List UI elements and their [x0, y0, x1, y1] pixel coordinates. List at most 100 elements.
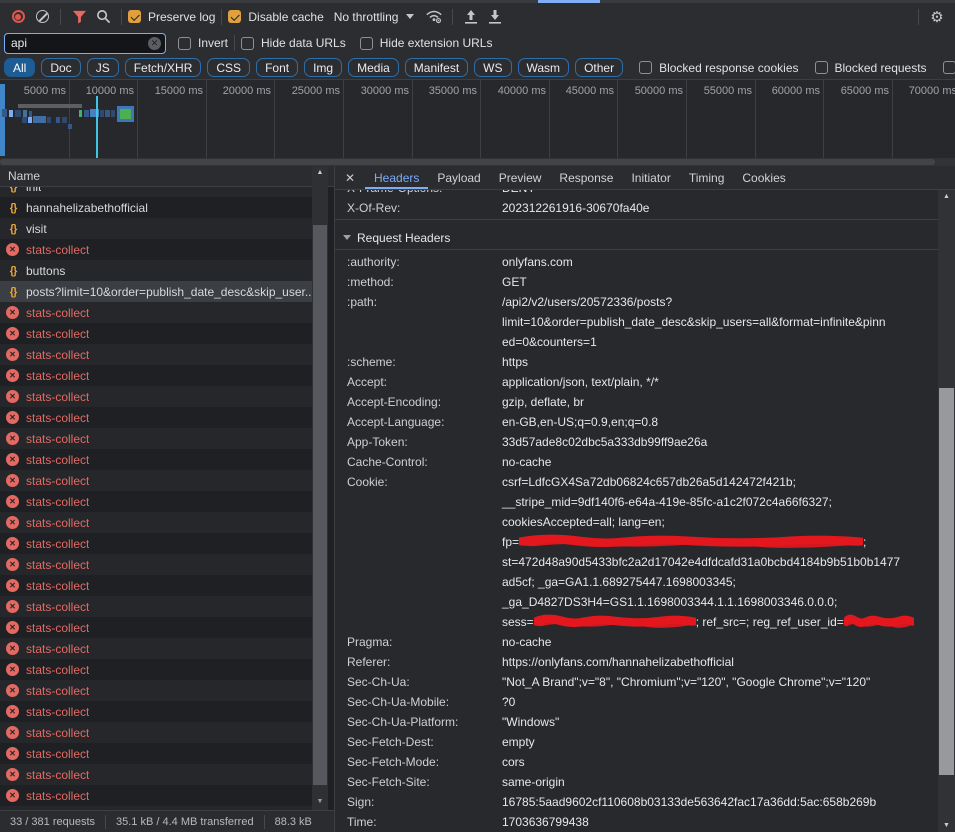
settings-button[interactable]: ⚙ — [925, 6, 949, 28]
preserve-log-checkbox[interactable]: Preserve log — [128, 10, 215, 24]
overview-horizontal-scrollbar[interactable] — [0, 158, 955, 166]
request-row[interactable]: ✕stats-collect — [0, 680, 312, 701]
blocked-request-icon: ✕ — [6, 453, 19, 466]
tab-response[interactable]: Response — [550, 166, 622, 189]
tab-payload[interactable]: Payload — [428, 166, 489, 189]
request-row[interactable]: {}init — [0, 187, 312, 197]
type-filter-pill-wasm[interactable]: Wasm — [518, 58, 570, 77]
request-row[interactable]: ✕stats-collect — [0, 617, 312, 638]
blocked-request-icon: ✕ — [6, 411, 19, 424]
import-har-button[interactable] — [459, 6, 483, 28]
header-value: csrf=LdfcGX4Sa72db06824c657db26a5d142472… — [502, 472, 938, 632]
type-filter-pill-js[interactable]: JS — [87, 58, 119, 77]
request-row[interactable]: ✕stats-collect — [0, 785, 312, 806]
type-filter-pill-manifest[interactable]: Manifest — [405, 58, 468, 77]
type-filter-pill-css[interactable]: CSS — [207, 58, 250, 77]
scrollbar-thumb[interactable] — [313, 225, 327, 785]
type-filter-pill-all[interactable]: All — [4, 58, 35, 77]
type-filter-pill-fetch-xhr[interactable]: Fetch/XHR — [125, 58, 202, 77]
network-conditions-button[interactable] — [422, 6, 446, 28]
timeline-label: 20000 ms — [223, 85, 271, 97]
scroll-down-icon[interactable]: ▼ — [938, 819, 955, 832]
request-row[interactable]: ✕ stats-collect — [0, 449, 312, 470]
network-overview-timeline[interactable]: 5000 ms10000 ms15000 ms20000 ms25000 ms3… — [0, 80, 955, 158]
request-name: stats-collect — [26, 726, 89, 740]
request-row[interactable]: {}visit — [0, 218, 312, 239]
fetch-xhr-icon: {} — [6, 265, 20, 277]
request-row[interactable]: ✕stats-collect — [0, 470, 312, 491]
request-row[interactable]: ✕stats-collect — [0, 554, 312, 575]
request-name: stats-collect — [26, 537, 89, 551]
request-row[interactable]: ✕stats-collect — [0, 575, 312, 596]
close-details-button[interactable]: ✕ — [335, 166, 365, 189]
tab-preview[interactable]: Preview — [490, 166, 551, 189]
tab-cookies[interactable]: Cookies — [733, 166, 794, 189]
disable-cache-checkbox[interactable]: Disable cache — [228, 10, 323, 24]
tab-initiator[interactable]: Initiator — [622, 166, 679, 189]
record-button[interactable] — [6, 6, 30, 28]
request-row[interactable]: ✕stats-collect — [0, 512, 312, 533]
details-scrollbar[interactable]: ▲ ▼ — [938, 190, 955, 832]
request-row[interactable]: ✕stats-collect — [0, 491, 312, 512]
request-row[interactable]: ✕stats-collect — [0, 638, 312, 659]
header-value: "Windows" — [502, 712, 938, 732]
waterfall-bar — [117, 106, 134, 122]
request-row[interactable]: ✕stats-collect — [0, 722, 312, 743]
blocked-requests-checkbox[interactable]: Blocked requests — [815, 61, 927, 75]
scrollbar-thumb[interactable] — [939, 388, 954, 775]
request-row[interactable]: ✕stats-collect — [0, 743, 312, 764]
request-row[interactable]: ✕stats-collect — [0, 344, 312, 365]
request-row[interactable]: ✕stats-collect — [0, 323, 312, 344]
filter-input[interactable] — [4, 33, 166, 54]
scroll-down-icon[interactable]: ▼ — [312, 795, 328, 808]
request-row[interactable]: ✕stats-collect — [0, 365, 312, 386]
request-row[interactable]: {}hannahelizabethofficial — [0, 197, 312, 218]
name-column-header[interactable]: Name — [0, 166, 334, 187]
blocked-request-icon: ✕ — [6, 789, 19, 802]
request-headers-section-toggle[interactable]: Request Headers — [335, 226, 938, 249]
type-filter-pill-ws[interactable]: WS — [474, 58, 511, 77]
3rd-party-requests-checkbox[interactable]: 3rd-party requests — [943, 61, 955, 75]
invert-checkbox[interactable]: Invert — [178, 36, 228, 50]
throttling-dropdown[interactable]: No throttling — [334, 10, 415, 24]
request-name: stats-collect — [26, 453, 89, 467]
clear-filter-icon[interactable]: ✕ — [148, 37, 161, 50]
type-filter-pill-other[interactable]: Other — [575, 58, 623, 77]
filter-toggle-button[interactable] — [67, 6, 91, 28]
request-row[interactable]: ✕stats-collect — [0, 386, 312, 407]
header-row: Sec-Fetch-Mode:cors — [335, 752, 938, 772]
tab-headers[interactable]: Headers — [365, 166, 428, 189]
request-row[interactable]: ✕stats-collect — [0, 239, 312, 260]
request-list-scrollbar[interactable]: ▲ ▼ — [312, 166, 328, 810]
request-row[interactable]: ✕stats-collect — [0, 659, 312, 680]
checkbox-unchecked-icon — [178, 37, 191, 50]
hide-extension-urls-checkbox[interactable]: Hide extension URLs — [360, 36, 493, 50]
request-row[interactable]: ✕stats-collect — [0, 428, 312, 449]
tab-timing[interactable]: Timing — [680, 166, 734, 189]
blocked-response-cookies-checkbox[interactable]: Blocked response cookies — [639, 61, 798, 75]
type-filter-pill-img[interactable]: Img — [304, 58, 342, 77]
hide-data-urls-checkbox[interactable]: Hide data URLs — [241, 36, 346, 50]
blocked-request-icon: ✕ — [6, 348, 19, 361]
request-row[interactable]: ✕stats-collect — [0, 596, 312, 617]
request-row[interactable]: ✕stats-collect — [0, 533, 312, 554]
type-filter-pill-font[interactable]: Font — [256, 58, 298, 77]
request-row[interactable]: {}posts?limit=10&order=publish_date_desc… — [0, 281, 312, 302]
scrollbar-thumb[interactable] — [0, 159, 935, 165]
scroll-up-icon[interactable]: ▲ — [938, 190, 955, 203]
clear-button[interactable] — [30, 6, 54, 28]
type-filter-pill-doc[interactable]: Doc — [41, 58, 80, 77]
request-row[interactable]: ✕stats-collect — [0, 764, 312, 785]
search-button[interactable] — [91, 6, 115, 28]
request-name: stats-collect — [26, 390, 89, 404]
request-row[interactable]: ✕stats-collect — [0, 407, 312, 428]
scroll-up-icon[interactable]: ▲ — [312, 166, 328, 179]
status-segment: 35.1 kB / 4.4 MB transferred — [106, 816, 264, 828]
request-name: stats-collect — [26, 705, 89, 719]
request-row[interactable]: {}buttons — [0, 260, 312, 281]
request-row[interactable]: ✕stats-collect — [0, 302, 312, 323]
export-har-button[interactable] — [483, 6, 507, 28]
type-filter-pill-media[interactable]: Media — [348, 58, 399, 77]
header-name: Accept: — [347, 372, 502, 392]
request-row[interactable]: ✕stats-collect — [0, 701, 312, 722]
